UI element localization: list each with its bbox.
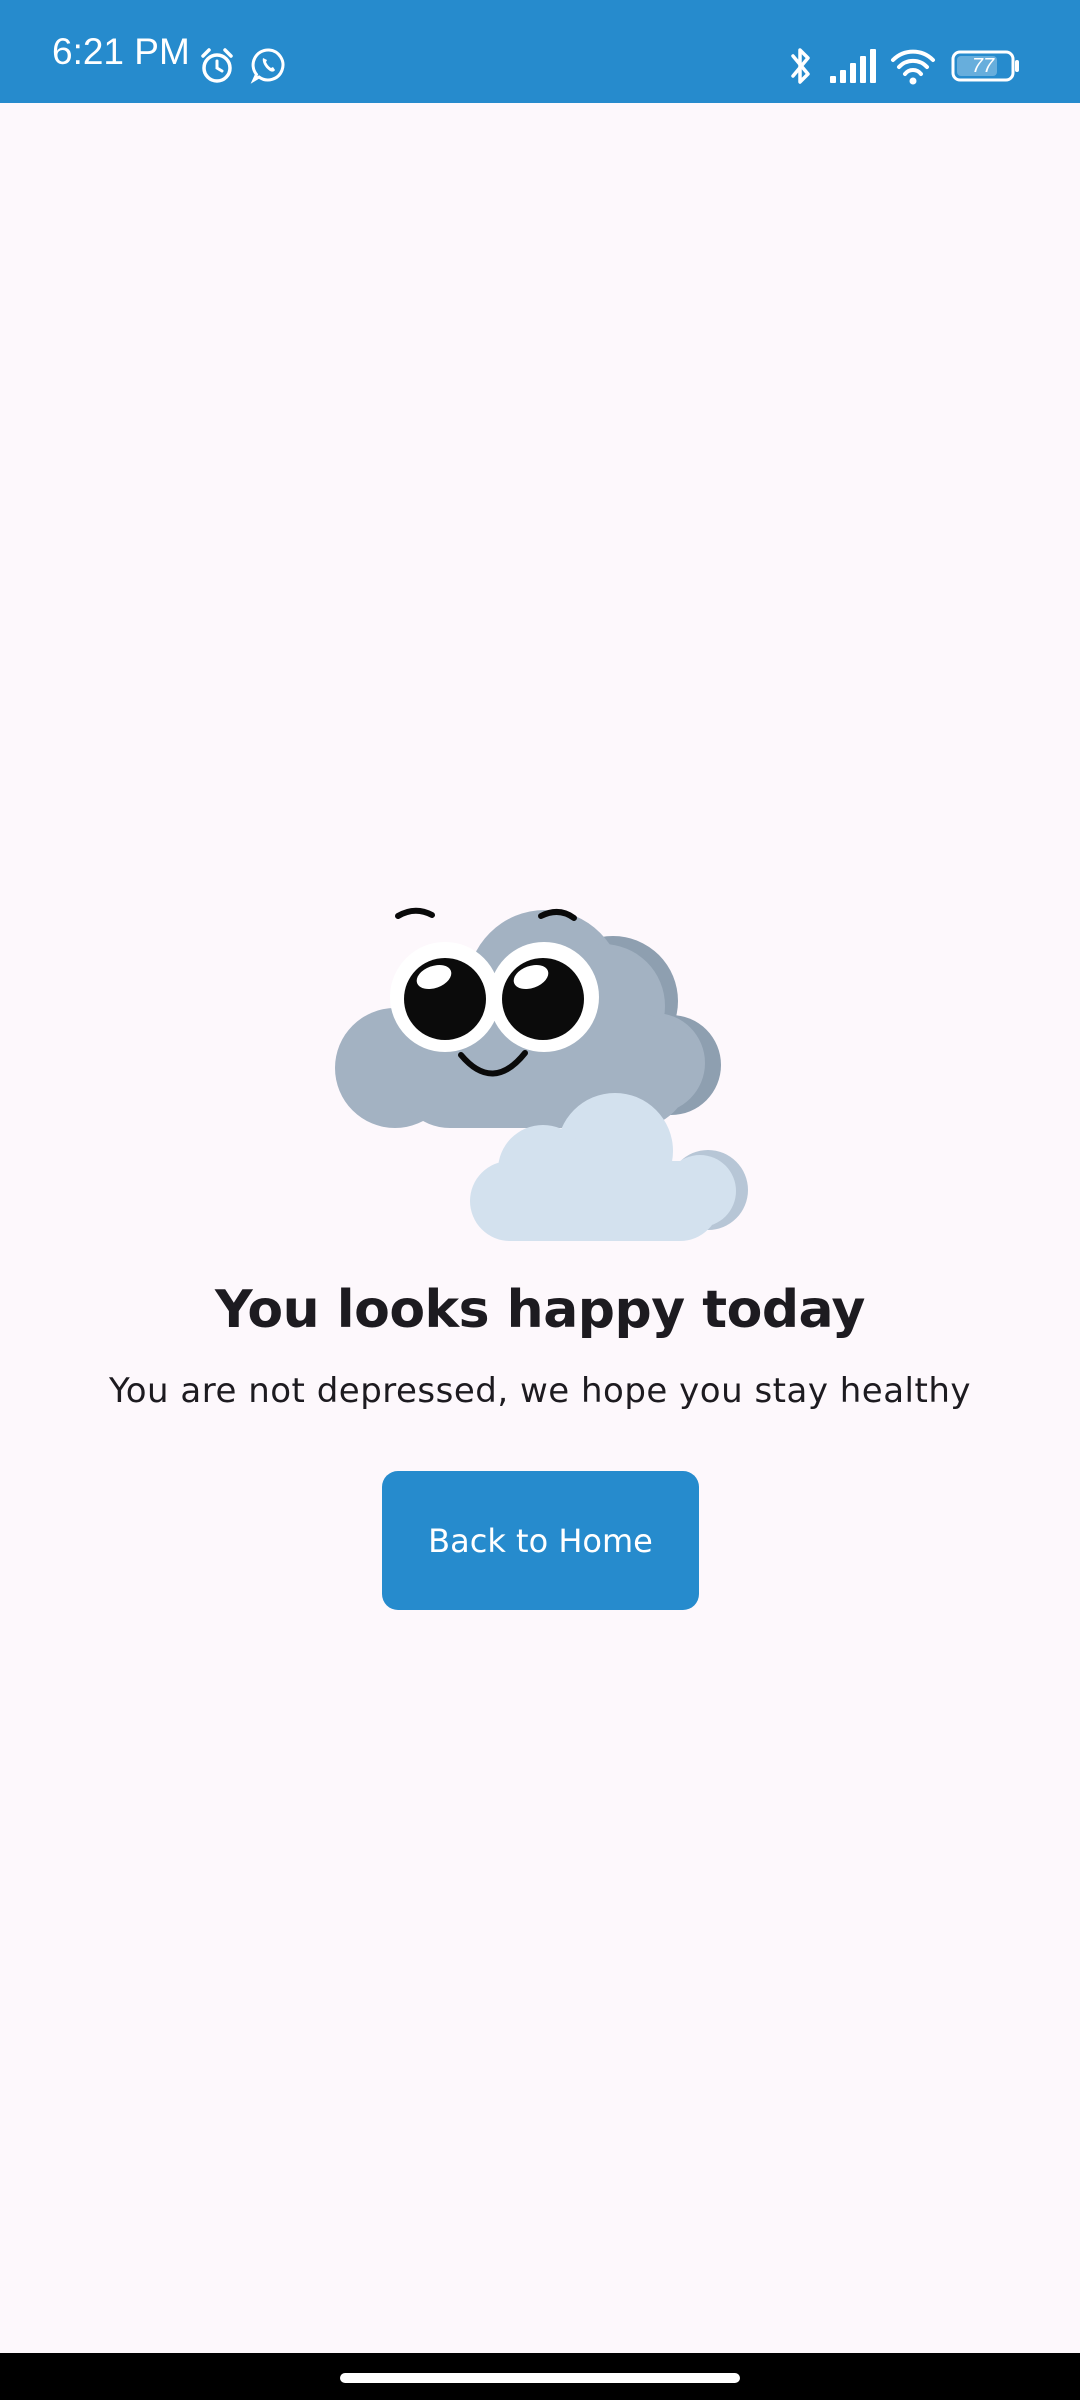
result-title: You looks happy today: [215, 1280, 865, 1340]
home-indicator[interactable]: [340, 2373, 740, 2383]
back-to-home-button[interactable]: Back to Home: [382, 1471, 699, 1610]
bluetooth-icon: [791, 48, 810, 84]
status-time: 6:21 PM: [52, 31, 190, 72]
whatsapp-icon: [250, 48, 285, 84]
signal-icon: [830, 49, 876, 83]
result-screen: 6:21 PM 77 You looks happy today You are…: [0, 0, 1080, 2400]
result-subtitle: You are not depressed, we hope you stay …: [109, 1371, 971, 1411]
status-bar: 6:21 PM 77: [0, 0, 1080, 103]
battery-level: 77: [971, 55, 995, 77]
happy-cloud-illustration: [335, 907, 748, 1241]
battery-icon: 77: [951, 50, 1021, 82]
navigation-bar: [0, 2353, 1080, 2400]
wifi-icon: [891, 49, 935, 85]
result-content: You looks happy today You are not depres…: [0, 103, 1080, 2353]
alarm-icon: [201, 48, 233, 83]
